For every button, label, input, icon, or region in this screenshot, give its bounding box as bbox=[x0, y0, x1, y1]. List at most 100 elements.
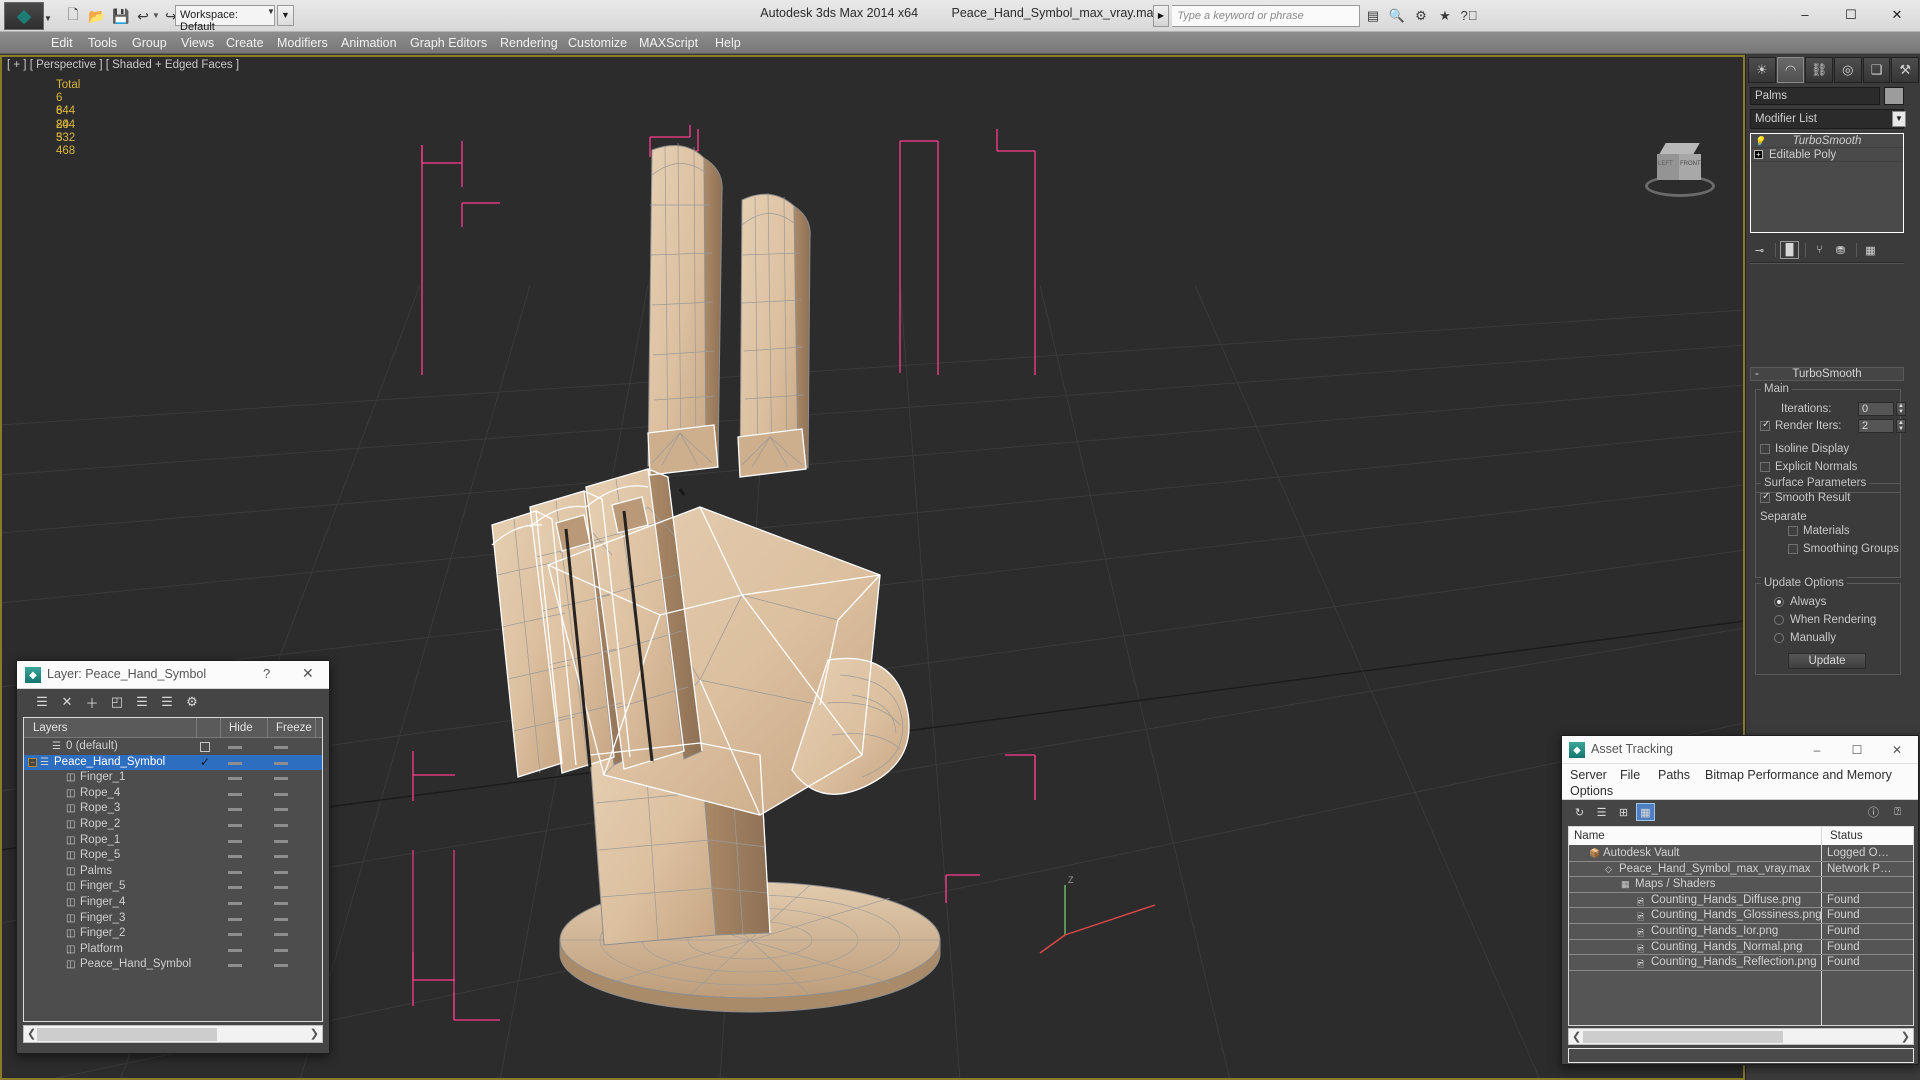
scroll-right-icon[interactable]: ❯ bbox=[1901, 1030, 1910, 1043]
scroll-right-icon[interactable]: ❯ bbox=[310, 1027, 319, 1040]
menu-item-animation[interactable]: Animation bbox=[334, 32, 404, 54]
scroll-left-icon[interactable]: ❮ bbox=[27, 1027, 36, 1040]
freeze-toggle[interactable] bbox=[274, 902, 288, 905]
update-option-when-rendering-radio[interactable] bbox=[1774, 615, 1784, 625]
create-tab[interactable]: ☀ bbox=[1748, 57, 1776, 83]
freeze-toggle[interactable] bbox=[274, 792, 288, 796]
app-logo-button[interactable]: ◆ bbox=[4, 2, 44, 30]
asset-menu-paths[interactable]: Paths bbox=[1658, 768, 1690, 782]
scroll-left-icon[interactable]: ❮ bbox=[1572, 1030, 1581, 1043]
asset-menu-bitmap-performance-and-memory[interactable]: Bitmap Performance and Memory bbox=[1705, 768, 1892, 782]
layer-row[interactable]: − ☰ Peace_Hand_Symbol ✓ bbox=[24, 754, 322, 771]
freeze-toggle[interactable] bbox=[274, 917, 288, 921]
update-option-always-radio[interactable] bbox=[1774, 597, 1784, 607]
help-icon[interactable]: ?⃝ bbox=[1459, 5, 1479, 27]
menu-item-create[interactable]: Create bbox=[219, 32, 271, 54]
hide-toggle[interactable] bbox=[228, 855, 242, 859]
hide-toggle[interactable] bbox=[228, 902, 242, 905]
select-objects-icon[interactable]: ◰ bbox=[108, 693, 126, 711]
freeze-toggle[interactable] bbox=[274, 886, 288, 890]
hide-toggle[interactable] bbox=[228, 933, 242, 937]
save-file-icon[interactable]: 💾 bbox=[110, 5, 132, 27]
layer-dialog[interactable]: ◆ Layer: Peace_Hand_Symbol ? ✕ ☰ ✕ ＋ ◰ ☰ ☰ ⚙ L… bbox=[16, 660, 330, 1054]
freeze-toggle[interactable] bbox=[274, 948, 288, 952]
grid-view-icon[interactable]: ▦ bbox=[1636, 803, 1655, 821]
layer-dialog-titlebar[interactable]: ◆ Layer: Peace_Hand_Symbol ? ✕ bbox=[17, 661, 329, 689]
comm-center-icon[interactable]: ▤ bbox=[1363, 5, 1383, 27]
freeze-toggle[interactable] bbox=[274, 824, 288, 827]
layer-row[interactable]: ◫ Rope_1 bbox=[24, 833, 322, 849]
layer-column-state[interactable] bbox=[200, 718, 205, 738]
help-icon[interactable]: ? bbox=[263, 666, 270, 681]
layer-row[interactable]: ◫ Finger_3 bbox=[24, 911, 322, 927]
new-layer-icon[interactable]: ☰ bbox=[33, 693, 51, 711]
open-file-icon[interactable]: 📂 bbox=[86, 5, 108, 27]
close-icon[interactable]: ✕ bbox=[302, 665, 314, 682]
minimize-button[interactable]: – bbox=[1782, 0, 1828, 30]
add-layer-icon[interactable]: ＋ bbox=[83, 693, 101, 711]
subscription-icon[interactable]: ⚙ bbox=[1411, 5, 1431, 27]
menu-item-graph-editors[interactable]: Graph Editors bbox=[403, 32, 494, 54]
asset-row[interactable]: ◇ Peace_Hand_Symbol_max_vray.max Network P… bbox=[1569, 862, 1913, 878]
update-option-manually-radio[interactable] bbox=[1774, 633, 1784, 643]
expand-collapse-icon[interactable]: − bbox=[28, 757, 37, 767]
project-folder-icon[interactable] bbox=[155, 5, 177, 27]
asset-menu-file[interactable]: File bbox=[1620, 768, 1640, 782]
freeze-toggle[interactable] bbox=[274, 777, 288, 781]
context-help-icon[interactable]: ⍰ bbox=[1888, 803, 1907, 821]
list-view-icon[interactable]: ☰ bbox=[1592, 803, 1611, 821]
render-iters-input[interactable]: 2 bbox=[1858, 419, 1894, 433]
smooth-result-checkbox[interactable] bbox=[1760, 491, 1770, 503]
menu-item-group[interactable]: Group bbox=[125, 32, 174, 54]
freeze-toggle[interactable] bbox=[274, 761, 288, 765]
search-dropdown-icon[interactable]: ▶ bbox=[1153, 5, 1169, 27]
workspace-dropdown-button[interactable]: ▼ bbox=[277, 5, 294, 26]
workspace-chevron-icon[interactable]: ▼ bbox=[267, 7, 275, 16]
hide-toggle[interactable] bbox=[228, 792, 242, 796]
asset-row[interactable]: 🖻 Counting_Hands_Ior.png Found bbox=[1569, 924, 1913, 940]
modify-tab[interactable]: ◠ bbox=[1776, 57, 1805, 83]
configure-sets-icon[interactable]: ▦ bbox=[1861, 241, 1880, 259]
layer-row[interactable]: ◫ Finger_5 bbox=[24, 879, 322, 895]
layer-row[interactable]: ◫ Rope_3 bbox=[24, 801, 322, 817]
asset-column-name[interactable]: Name bbox=[1569, 827, 1605, 845]
hide-toggle[interactable] bbox=[228, 808, 242, 812]
pin-stack-icon[interactable]: ⊸ bbox=[1750, 241, 1769, 259]
delete-layer-icon[interactable]: ✕ bbox=[58, 693, 76, 711]
utilities-tab[interactable]: ⚒ bbox=[1891, 57, 1920, 83]
menu-item-edit[interactable]: Edit bbox=[44, 32, 80, 54]
layer-column-hide[interactable]: Hide bbox=[224, 718, 253, 738]
stack-item-turbosmooth[interactable]: 💡 TurboSmooth bbox=[1751, 134, 1903, 148]
asset-row[interactable]: 📦 Autodesk Vault Logged O… bbox=[1569, 846, 1913, 862]
search-input[interactable]: Type a keyword or phrase bbox=[1172, 5, 1361, 27]
layer-row[interactable]: ◫ Rope_5 bbox=[24, 848, 322, 864]
layer-row[interactable]: ◫ Rope_4 bbox=[24, 786, 322, 802]
object-name-field[interactable]: Palms bbox=[1750, 87, 1880, 105]
layer-properties-icon[interactable]: ⚙ bbox=[183, 693, 201, 711]
layer-active-check-icon[interactable]: ✓ bbox=[200, 755, 210, 769]
remove-modifier-icon[interactable]: ⛃ bbox=[1831, 241, 1850, 259]
iterations-spinner[interactable]: ▲ ▼ bbox=[1896, 402, 1906, 416]
explicit-normals-checkbox[interactable] bbox=[1760, 462, 1770, 472]
menu-item-rendering[interactable]: Rendering bbox=[493, 32, 565, 54]
layer-row[interactable]: ◫ Finger_1 bbox=[24, 770, 322, 786]
asset-row[interactable]: ▦ Maps / Shaders bbox=[1569, 877, 1913, 893]
new-file-icon[interactable]: 🗋 bbox=[62, 5, 84, 27]
close-button[interactable]: ✕ bbox=[1882, 740, 1912, 760]
layer-row[interactable]: ◫ Finger_2 bbox=[24, 926, 322, 942]
render-iters-checkbox[interactable] bbox=[1760, 419, 1770, 431]
layer-column-r[interactable]: R… bbox=[319, 718, 322, 738]
minimize-button[interactable]: – bbox=[1802, 740, 1832, 760]
view-cube-front-face[interactable] bbox=[1679, 154, 1701, 180]
layer-column-freeze[interactable]: Freeze bbox=[271, 718, 312, 738]
asset-row[interactable]: 🖻 Counting_Hands_Reflection.png Found bbox=[1569, 955, 1913, 971]
display-tab[interactable]: ❑ bbox=[1862, 57, 1891, 83]
layer-row[interactable]: ◫ Rope_2 bbox=[24, 817, 322, 833]
scrollbar-thumb[interactable] bbox=[1583, 1031, 1783, 1043]
asset-table-hscrollbar[interactable]: ❮ ❯ bbox=[1568, 1028, 1914, 1045]
search-box[interactable]: ▶ Type a keyword or phrase bbox=[1153, 5, 1361, 27]
maximize-button[interactable]: ☐ bbox=[1842, 740, 1872, 760]
hide-toggle[interactable] bbox=[228, 917, 242, 921]
layer-row[interactable]: ◫ Finger_4 bbox=[24, 895, 322, 911]
tree-view-icon[interactable]: ⊞ bbox=[1614, 803, 1633, 821]
